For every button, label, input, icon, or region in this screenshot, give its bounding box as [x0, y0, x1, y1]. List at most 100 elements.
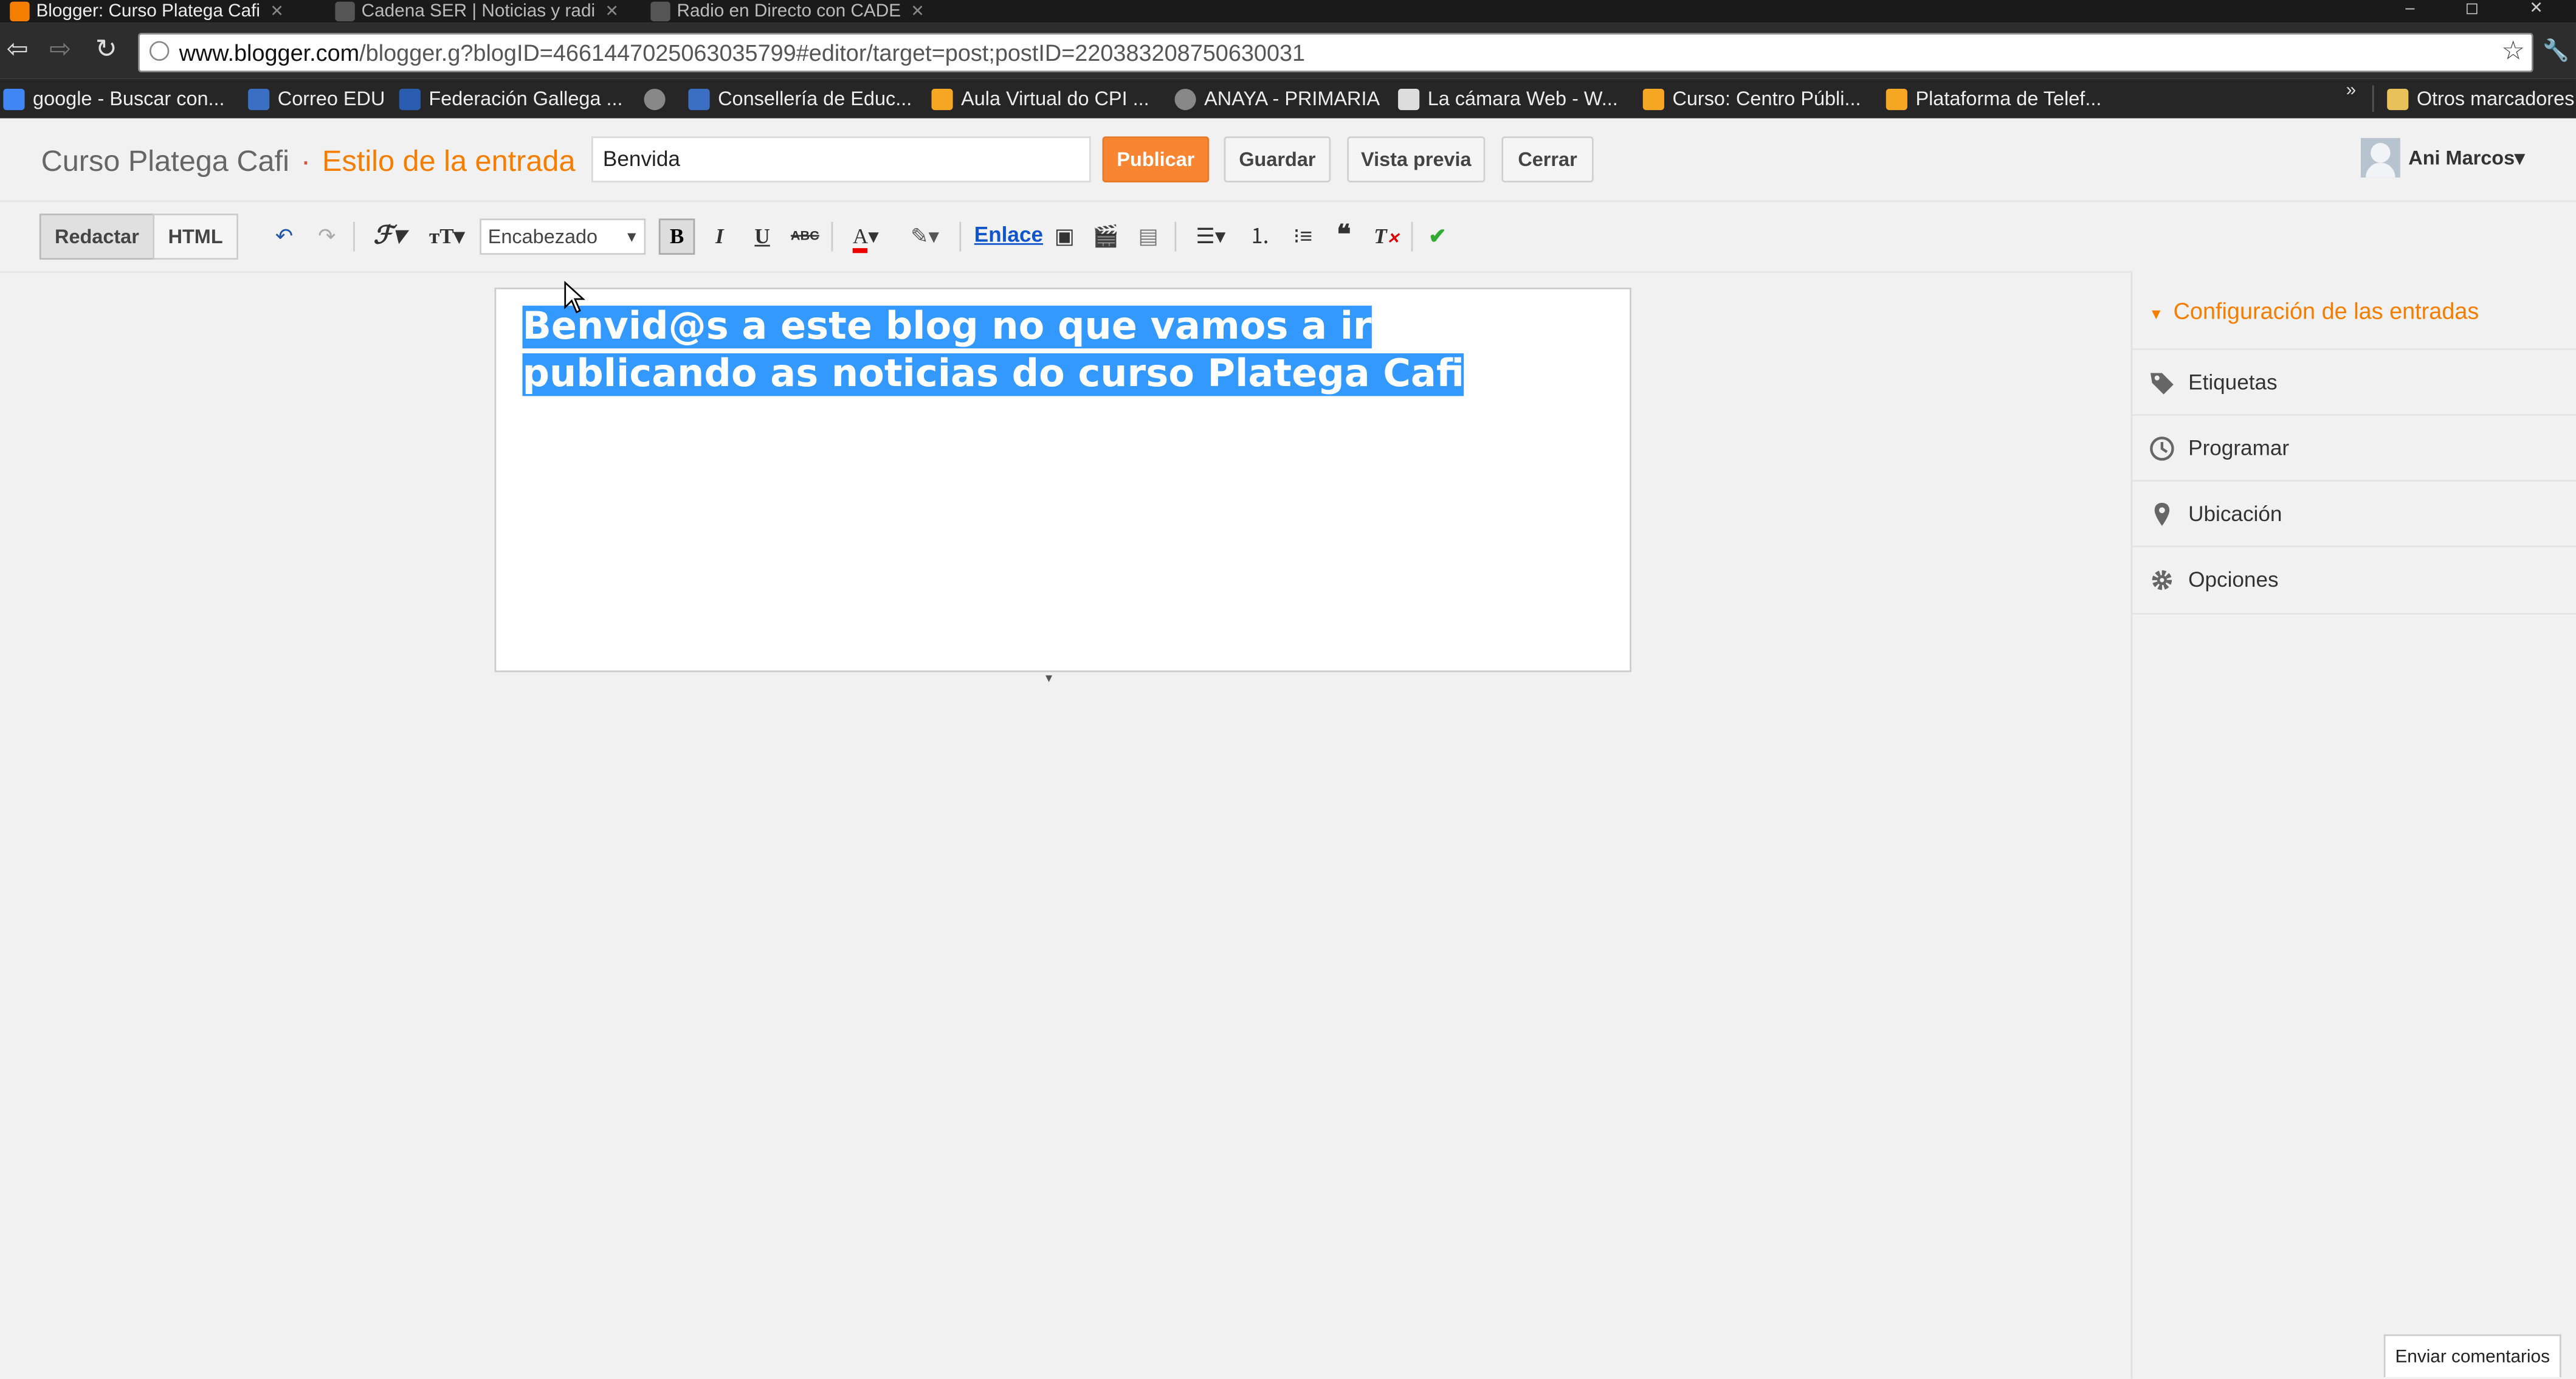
page-title: Curso Platega Cafi · Estilo de la entrad… [41, 145, 576, 179]
bookmark-label: Otros marcadores [2416, 87, 2575, 111]
tab-cadena-ser[interactable]: Cadena SER | Noticias y radi ✕ [325, 0, 638, 23]
chevron-down-icon: ▼ [624, 228, 639, 245]
close-tab-icon[interactable]: ✕ [605, 2, 619, 21]
post-title-input[interactable]: Benvida [591, 136, 1091, 183]
globe-icon [1174, 88, 1196, 109]
bookmark-label: Curso: Centro Públi... [1672, 87, 1861, 111]
section-name: Estilo de la entrada [322, 144, 576, 178]
user-menu[interactable]: Ani Marcos▾ [2360, 138, 2525, 178]
moodle-icon [931, 88, 953, 109]
bookmark-conselleria[interactable]: Consellería de Educ... [688, 86, 912, 112]
url-path: /blogger.g?blogID=4661447025063035799#ed… [359, 39, 1306, 66]
sidebar-item-label: Ubicación [2188, 501, 2282, 526]
ser-favicon-icon [335, 1, 355, 22]
bookmark-federacion[interactable]: Federación Gallega ... [399, 86, 623, 112]
font-size-icon[interactable]: тT▾ [421, 222, 473, 252]
preview-button[interactable]: Vista previa [1347, 136, 1486, 183]
send-feedback-button[interactable]: Enviar comentarios [2383, 1334, 2561, 1377]
remove-formatting-icon[interactable]: T✕ [1372, 222, 1402, 252]
text-color-icon[interactable]: A▾ [841, 222, 890, 254]
font-family-icon[interactable]: ℱ▾ [365, 222, 414, 252]
site-info-icon[interactable] [149, 41, 170, 61]
close-tab-icon[interactable]: ✕ [270, 2, 284, 21]
tab-title: Radio en Directo con CADE [677, 1, 901, 22]
avatar [2360, 138, 2400, 178]
resize-handle-icon[interactable]: ▼ [1043, 674, 1055, 685]
numbered-list-icon[interactable]: ⒈ [1245, 222, 1275, 252]
user-name: Ani Marcos▾ [2408, 146, 2525, 170]
reload-icon[interactable]: ↻ [95, 35, 117, 67]
bookmark-camara-web[interactable]: La cámara Web - W... [1398, 86, 1618, 112]
bulleted-list-icon[interactable]: ⁝≡ [1288, 222, 1318, 252]
insert-video-icon[interactable]: 🎬 [1091, 222, 1121, 252]
other-bookmarks[interactable]: Otros marcadores [2387, 86, 2574, 112]
blog-name[interactable]: Curso Platega Cafi [41, 145, 289, 178]
wrench-icon[interactable]: 🔧 [2543, 38, 2569, 64]
bookmark-globe[interactable] [644, 86, 673, 112]
sidebar-item-label: Programar [2188, 435, 2290, 460]
toolbar-divider [1411, 221, 1413, 252]
folder-icon [2387, 88, 2409, 109]
bookmarks-divider [2372, 85, 2374, 112]
html-mode-button[interactable]: HTML [153, 213, 238, 260]
clock-icon [2150, 437, 2174, 461]
sidebar-item-labels[interactable]: Etiquetas [2132, 348, 2576, 416]
moodle-icon [1642, 88, 1664, 109]
save-button[interactable]: Guardar [1224, 136, 1331, 183]
insert-image-icon[interactable]: ▣ [1050, 222, 1080, 252]
heading-line-2: publicando as noticias do curso Platega … [522, 353, 1464, 396]
post-settings-heading[interactable]: ▼ Configuración de las entradas [2149, 297, 2479, 323]
post-settings-panel: ▼ Configuración de las entradas Etiquetas… [2130, 271, 2576, 1379]
blogger-favicon-icon [10, 1, 30, 22]
forward-arrow-icon[interactable]: ⇨ [49, 35, 71, 67]
toolbar-divider [831, 221, 833, 252]
globe-icon [644, 88, 666, 109]
back-arrow-icon[interactable]: ⇦ [7, 35, 29, 67]
format-value: Encabezado [487, 225, 598, 249]
sidebar-item-schedule[interactable]: Programar [2132, 414, 2576, 482]
heading-line-1: Benvid@s a este blog no que vamos a ir [522, 305, 1372, 348]
insert-jump-break-icon[interactable]: ▤ [1134, 222, 1163, 252]
window-controls[interactable]: – ◻ ✕ [2405, 0, 2566, 18]
bookmark-aula-virtual[interactable]: Aula Virtual do CPI ... [931, 86, 1149, 112]
sidebar-item-options[interactable]: Opciones [2132, 545, 2576, 615]
underline-icon[interactable]: U [748, 222, 777, 252]
post-editor[interactable]: Benvid@s a este blog no que vamos a ir p… [494, 287, 1631, 672]
tab-radio[interactable]: Radio en Directo con CADE ✕ [641, 0, 949, 23]
browser-tab-strip: Blogger: Curso Platega Cafi ✕ Cadena SER… [0, 0, 2576, 23]
bookmark-curso[interactable]: Curso: Centro Públi... [1642, 86, 1861, 112]
toolbar-divider [1174, 221, 1177, 252]
compose-mode-button[interactable]: Redactar [39, 213, 155, 260]
close-tab-icon[interactable]: ✕ [911, 2, 925, 21]
bookmarks-bar: google - Buscar con... Correo EDU Federa… [0, 78, 2576, 119]
post-heading[interactable]: Benvid@s a este blog no que vamos a ir p… [522, 304, 1607, 399]
more-bookmarks-icon[interactable]: » [2346, 80, 2357, 100]
moodle-icon [1886, 88, 1907, 109]
spellcheck-icon[interactable]: ✔ [1421, 222, 1454, 252]
sidebar-item-location[interactable]: Ubicación [2132, 480, 2576, 547]
toolbar-divider [959, 221, 962, 252]
highlight-color-icon[interactable]: ✎▾ [900, 222, 949, 252]
bookmark-google[interactable]: google - Buscar con... [3, 86, 225, 112]
bookmark-plataforma[interactable]: Plataforma de Telef... [1886, 86, 2101, 112]
bookmark-label: ANAYA - PRIMARIA [1204, 87, 1380, 111]
quote-icon[interactable]: ❝ [1329, 222, 1359, 252]
bookmark-anaya[interactable]: ANAYA - PRIMARIA [1174, 86, 1380, 112]
bookmark-correo-edu[interactable]: Correo EDU [248, 86, 385, 112]
bookmark-label: Federación Gallega ... [429, 87, 623, 111]
insert-link-button[interactable]: Enlace [974, 222, 1043, 247]
tab-blogger[interactable]: Blogger: Curso Platega Cafi ✕ [0, 0, 322, 23]
redo-icon[interactable]: ↷ [314, 222, 340, 252]
publish-button[interactable]: Publicar [1102, 136, 1210, 183]
strikethrough-icon[interactable]: ABC [788, 222, 821, 252]
italic-icon[interactable]: I [705, 222, 735, 252]
bookmark-star-icon[interactable]: ☆ [2501, 35, 2525, 71]
bold-icon[interactable]: B [658, 218, 695, 255]
toolbar-divider [353, 221, 355, 252]
align-left-icon[interactable]: ☰▾ [1186, 222, 1235, 252]
paragraph-format-select[interactable]: Encabezado ▼ [480, 218, 646, 255]
close-button[interactable]: Cerrar [1501, 136, 1594, 183]
sidebar-item-label: Etiquetas [2188, 370, 2278, 395]
address-bar[interactable]: www.blogger.com/blogger.g?blogID=4661447… [138, 33, 2533, 72]
undo-icon[interactable]: ↶ [271, 222, 297, 252]
